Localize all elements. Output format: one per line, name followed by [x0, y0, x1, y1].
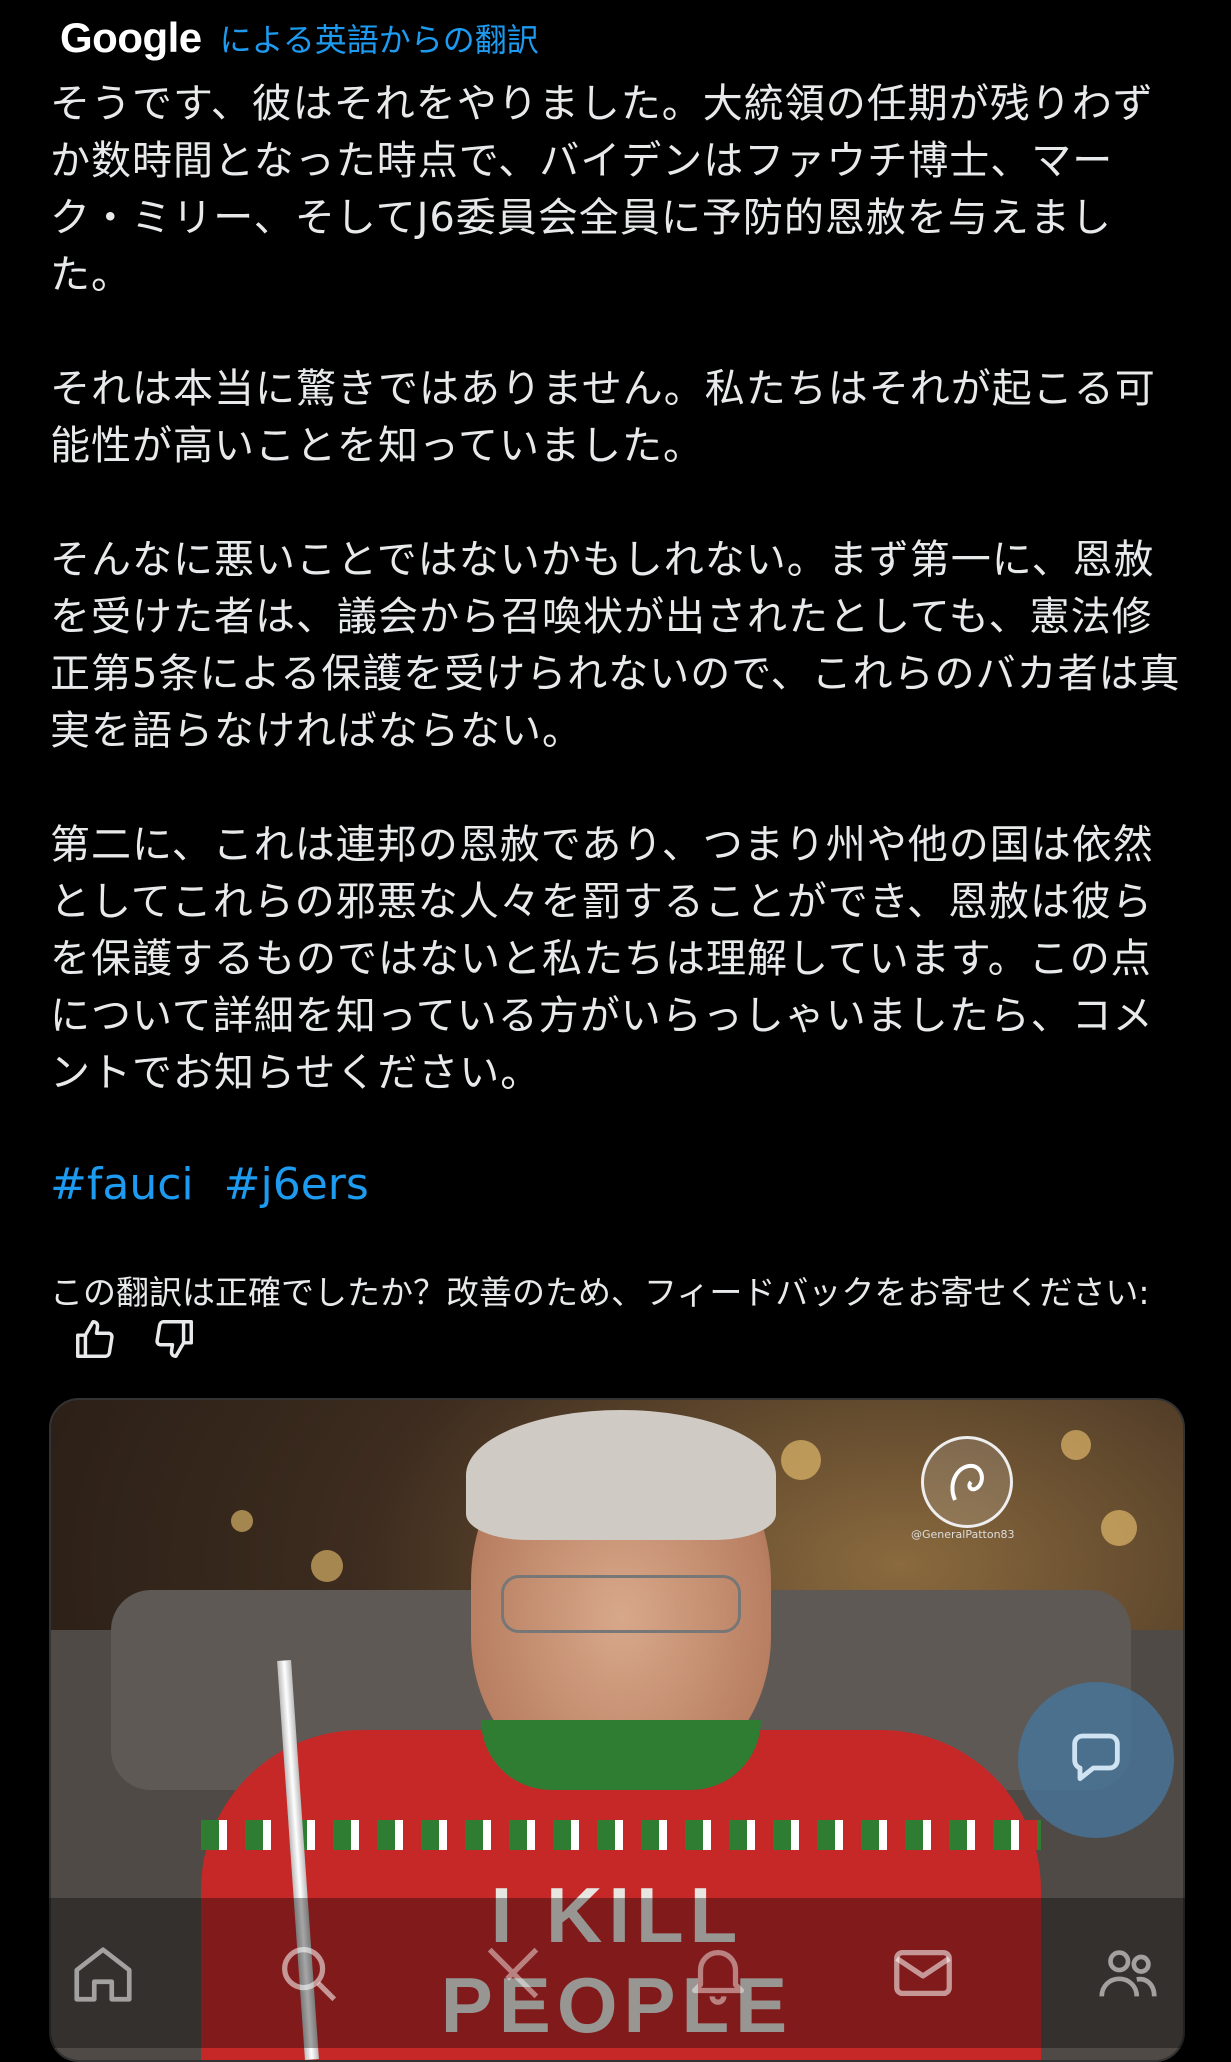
notifications-icon[interactable]: [668, 1923, 768, 2023]
post-paragraph: そんなに悪いことではないかもしれない。まず第一に、恩赦を受けた者は、議会から召喚…: [50, 537, 1181, 754]
sweater-collar: [481, 1720, 761, 1790]
grok-icon[interactable]: [463, 1923, 563, 2023]
thumbs-up-icon[interactable]: [72, 1316, 118, 1374]
home-icon[interactable]: [53, 1923, 153, 2023]
bottom-navigation: [0, 1898, 1231, 2048]
glasses: [501, 1575, 741, 1633]
watermark-logo: [921, 1436, 1013, 1528]
bokeh-light: [231, 1510, 253, 1532]
messages-icon[interactable]: [873, 1923, 973, 2023]
thumbs-down-icon[interactable]: [151, 1316, 197, 1374]
post-paragraph: それは本当に驚きではありません。私たちはそれが起こる可能性が高いことを知っていま…: [50, 366, 1156, 469]
bokeh-light: [1061, 1430, 1091, 1460]
hashtag-link[interactable]: #fauci: [50, 1159, 194, 1210]
bokeh-light: [311, 1550, 343, 1582]
translation-feedback: この翻訳は正確でしたか？改善のため、フィードバックをお寄せください:: [50, 1270, 1190, 1374]
post-paragraph: 第二に、これは連邦の恩赦であり、つまり州や他の国は依然としてこれらの邪悪な人々を…: [50, 822, 1154, 1096]
person-hair: [466, 1410, 776, 1540]
sweater-pattern: [201, 1820, 1041, 1850]
post-body: そうです、彼はそれをやりました。大統領の任期が残りわずか数時間となった時点で、バ…: [50, 76, 1190, 1210]
feedback-prompt: この翻訳は正確でしたか？改善のため、フィードバックをお寄せください:: [50, 1273, 1150, 1312]
hashtag-list: #fauci #j6ers: [50, 1159, 1190, 1210]
google-logo: Google: [60, 14, 202, 61]
search-icon[interactable]: [258, 1923, 358, 2023]
post-paragraph: そうです、彼はそれをやりました。大統領の任期が残りわずか数時間となった時点で、バ…: [50, 81, 1154, 298]
watermark-handle: @GeneralPatton83: [911, 1528, 1015, 1541]
bokeh-light: [781, 1440, 821, 1480]
translation-label[interactable]: による英語からの翻訳: [220, 15, 539, 61]
chat-bubble-icon[interactable]: [1018, 1682, 1174, 1838]
hashtag-link[interactable]: #j6ers: [224, 1159, 369, 1210]
translation-header: Google による英語からの翻訳: [60, 14, 539, 62]
bokeh-light: [1101, 1510, 1137, 1546]
communities-icon[interactable]: [1078, 1923, 1178, 2023]
